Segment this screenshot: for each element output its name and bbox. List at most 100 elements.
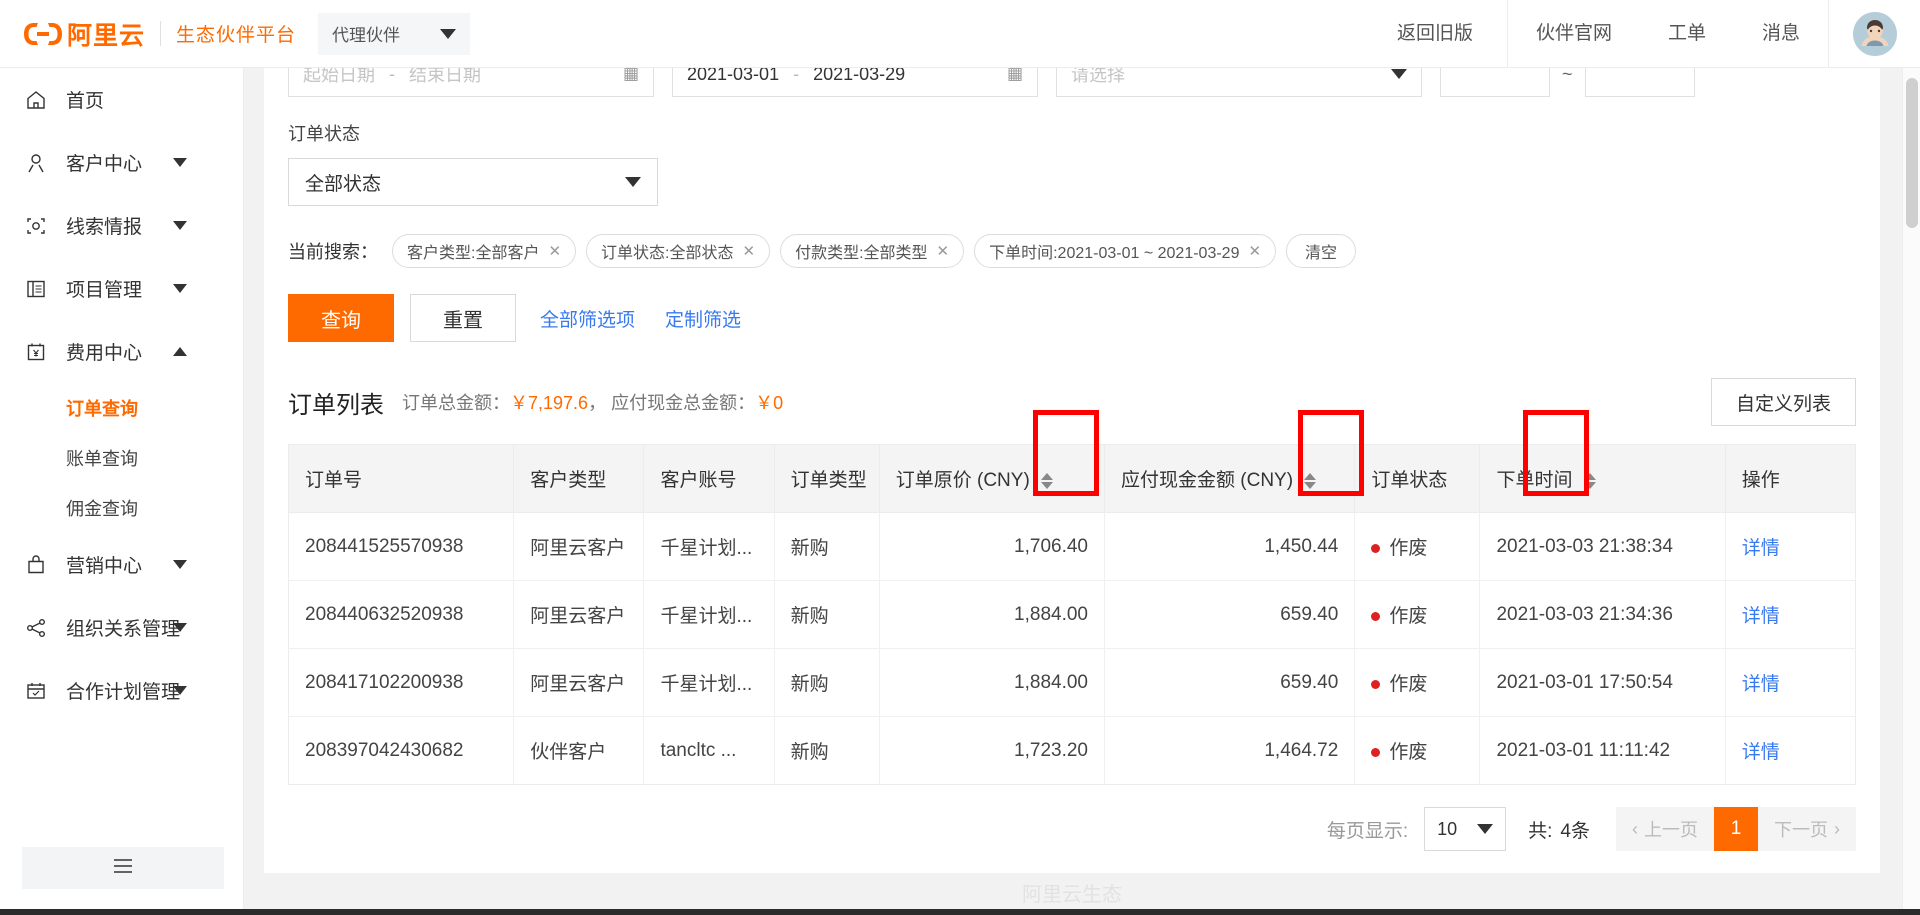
detail-link[interactable]: 详情 (1742, 538, 1780, 559)
sort-toggle-cash-amount[interactable] (1304, 472, 1317, 489)
calendar-icon: ▦ (622, 68, 639, 83)
filter-tag-customer-type[interactable]: 客户类型:全部客户 ✕ (392, 234, 577, 268)
sidebar-item-org-relation-management[interactable]: 组织关系管理 (0, 596, 243, 659)
reset-button-label: 重置 (443, 309, 483, 332)
clear-filters-button[interactable]: 清空 (1286, 234, 1357, 268)
date-end-placeholder: 结束日期 (409, 68, 481, 85)
role-switcher[interactable]: 代理伙伴 (318, 12, 471, 55)
sidebar-subitem-label: 订单查询 (66, 399, 138, 419)
close-icon[interactable]: ✕ (937, 242, 950, 260)
amount-from-input[interactable] (1440, 68, 1550, 97)
table-row[interactable]: 208440632520938 阿里云客户 千星计划... 新购 1,884.0… (288, 580, 1856, 649)
nav-return-old[interactable]: 返回旧版 (1369, 0, 1507, 68)
order-status-select[interactable]: 全部状态 (288, 158, 658, 206)
avatar[interactable] (1852, 11, 1897, 56)
sidebar-item-customer-center[interactable]: 客户中心 (0, 131, 243, 194)
prev-page-label: 上一页 (1644, 820, 1698, 840)
chevron-left-icon: ‹ (1632, 818, 1638, 839)
detail-link[interactable]: 详情 (1742, 742, 1780, 763)
sidebar-subitem-order-query[interactable]: 订单查询 (0, 383, 243, 433)
filter-tag-order-time[interactable]: 下单时间:2021-03-01 ~ 2021-03-29 ✕ (974, 234, 1277, 268)
sidebar-item-home[interactable]: 首页 (0, 68, 243, 131)
amount-to-input[interactable] (1584, 68, 1695, 97)
col-customer-type: 客户类型 (513, 444, 645, 513)
next-page-button[interactable]: 下一页 › (1758, 807, 1856, 851)
sort-toggle-order-time[interactable] (1583, 472, 1596, 489)
filter-tag-payment-type[interactable]: 付款类型:全部类型 ✕ (780, 234, 965, 268)
cell-original-price: 1,884.00 (879, 580, 1106, 649)
cell-order-status: 作废 (1354, 512, 1481, 581)
date-range-input-2[interactable]: 2021-03-01 - 2021-03-29 ▦ (672, 68, 1038, 97)
close-icon[interactable]: ✕ (548, 242, 561, 260)
detail-link[interactable]: 详情 (1742, 606, 1780, 627)
sidebar-item-label: 费用中心 (66, 343, 143, 364)
share-icon (22, 614, 50, 642)
main-content: 起始日期 - 结束日期 ▦ 2021-03-01 - 2021-03-29 ▦ … (244, 68, 1920, 915)
chevron-down-icon (1391, 69, 1407, 79)
chevron-down-icon (173, 686, 187, 695)
vertical-scrollbar[interactable] (1902, 68, 1920, 915)
avatar-container[interactable] (1828, 0, 1920, 68)
page-size-value: 10 (1437, 818, 1458, 839)
cell-order-type: 新购 (774, 512, 880, 581)
date-range-input-1[interactable]: 起始日期 - 结束日期 ▦ (288, 68, 654, 97)
nav-partner-site[interactable]: 伙伴官网 (1508, 0, 1640, 68)
sidebar-item-label: 首页 (66, 91, 105, 112)
sidebar-item-lead-intelligence[interactable]: 线索情报 (0, 194, 243, 257)
order-status-label: 订单状态 (288, 124, 360, 144)
reset-button[interactable]: 重置 (410, 294, 516, 342)
sidebar-subitem-commission-query[interactable]: 佣金查询 (0, 483, 243, 533)
col-order-time: 下单时间 (1479, 444, 1726, 513)
col-order-status: 订单状态 (1354, 444, 1481, 513)
per-page-label: 每页显示: (1326, 820, 1409, 842)
cell-order-type: 新购 (774, 648, 880, 717)
nav-messages[interactable]: 消息 (1734, 0, 1828, 68)
sidebar-item-fee-center[interactable]: 费用中心 (0, 320, 243, 383)
cell-order-type: 新购 (774, 716, 880, 785)
payment-type-select[interactable]: 请选择 (1056, 68, 1422, 97)
sidebar-item-cooperation-plan-management[interactable]: 合作计划管理 (0, 659, 243, 722)
cell-customer-account: 千星计划... (643, 648, 775, 717)
cell-order-status: 作废 (1354, 716, 1481, 785)
sidebar-item-marketing-center[interactable]: 营销中心 (0, 533, 243, 596)
cell-order-status: 作废 (1354, 648, 1481, 717)
custom-filter-link[interactable]: 定制筛选 (665, 305, 741, 332)
col-label: 操作 (1741, 470, 1780, 491)
all-filters-link[interactable]: 全部筛选项 (540, 305, 635, 332)
order-table-body: 208441525570938 阿里云客户 千星计划... 新购 1,706.4… (288, 512, 1856, 785)
cell-cash-amount: 1,450.44 (1104, 512, 1356, 581)
close-icon[interactable]: ✕ (1248, 242, 1261, 260)
col-original-price: 订单原价 (CNY) (879, 444, 1106, 513)
filter-tag-order-status[interactable]: 订单状态:全部状态 ✕ (586, 234, 771, 268)
next-page-label: 下一页 (1774, 820, 1828, 840)
cash-total-value: ￥0 (755, 393, 784, 413)
home-icon (22, 86, 50, 114)
summary-separator: ， (588, 393, 607, 413)
page-number-1[interactable]: 1 (1714, 807, 1758, 851)
sort-toggle-original-price[interactable] (1041, 472, 1054, 489)
table-row[interactable]: 208441525570938 阿里云客户 千星计划... 新购 1,706.4… (288, 512, 1856, 581)
amount-range-separator: ~ (1562, 68, 1573, 84)
date-separator: - (793, 68, 800, 84)
close-icon[interactable]: ✕ (742, 242, 755, 260)
customize-list-button[interactable]: 自定义列表 (1710, 378, 1856, 426)
table-row[interactable]: 208397042430682 伙伴客户 tancltc ... 新购 1,72… (288, 716, 1856, 785)
nav-tickets[interactable]: 工单 (1640, 0, 1734, 68)
cell-order-no: 208397042430682 (288, 716, 515, 785)
sidebar-subitem-bill-query[interactable]: 账单查询 (0, 433, 243, 483)
table-row[interactable]: 208417102200938 阿里云客户 千星计划... 新购 1,884.0… (288, 648, 1856, 717)
sidebar-collapse-button[interactable] (22, 847, 224, 889)
cell-order-status: 作废 (1354, 580, 1481, 649)
page-size-select[interactable]: 10 (1424, 807, 1507, 851)
scrollbar-thumb[interactable] (1906, 78, 1918, 228)
prev-page-button[interactable]: ‹ 上一页 (1616, 807, 1714, 851)
cell-original-price: 1,884.00 (879, 648, 1106, 717)
cell-cash-amount: 1,464.72 (1104, 716, 1356, 785)
sidebar-item-label: 合作计划管理 (66, 682, 181, 703)
current-search-label: 当前搜索： (288, 242, 378, 262)
query-button[interactable]: 查询 (288, 294, 394, 342)
brand-divider (160, 21, 162, 46)
sidebar-item-project-management[interactable]: 项目管理 (0, 257, 243, 320)
detail-link[interactable]: 详情 (1742, 674, 1780, 695)
cell-customer-type: 阿里云客户 (513, 580, 645, 649)
